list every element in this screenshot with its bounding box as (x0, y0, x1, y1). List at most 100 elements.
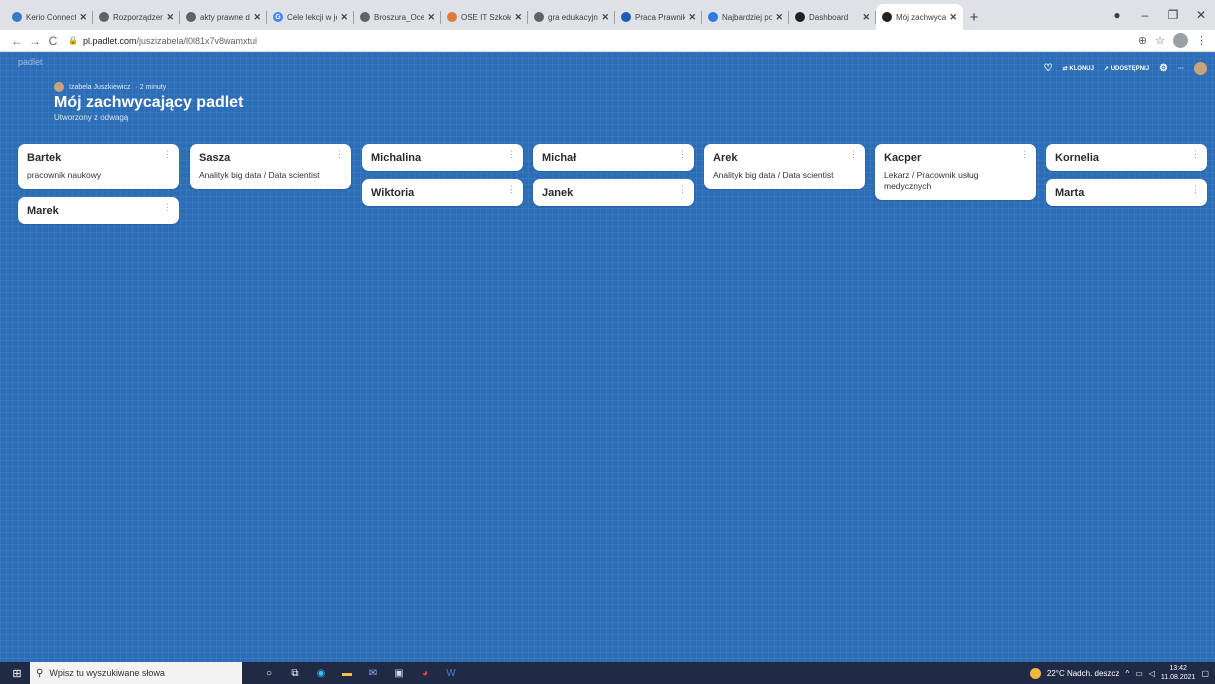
back-button[interactable]: ← (8, 34, 26, 48)
tab-close-icon[interactable]: ✕ (601, 12, 609, 23)
new-tab-button[interactable]: + (963, 4, 985, 30)
word-icon[interactable]: W (440, 662, 462, 684)
search-icon: ⚲ (36, 667, 44, 679)
tab-title: Rozporządzenie (113, 12, 164, 22)
padlet-logo[interactable]: padlet (18, 57, 43, 67)
edge-icon[interactable]: ◉ (310, 662, 332, 684)
chrome-icon[interactable]: ◕ (414, 662, 436, 684)
tab-favicon-icon (621, 12, 631, 22)
browser-tab[interactable]: G Cele lekcji w jez✕ (267, 4, 354, 30)
tab-favicon-icon (360, 12, 370, 22)
padlet-actions: ♡ ⇄ KLONUJ ➚ UDOSTĘPNIJ ⚙ ··· (1044, 62, 1207, 75)
browser-tab[interactable]: OSE IT Szkoła ✕ (441, 4, 528, 30)
more-button[interactable]: ··· (1178, 66, 1184, 72)
post-card[interactable]: Michał ⋮ (533, 144, 694, 171)
minimize-button[interactable]: – (1131, 8, 1159, 22)
browser-tab[interactable]: Rozporządzenie✕ (93, 4, 180, 30)
tab-close-icon[interactable]: ✕ (514, 12, 522, 23)
padlet-canvas: padlet Izabela Juszkiewicz · 2 minuty Mó… (0, 52, 1215, 684)
weather-icon[interactable] (1029, 667, 1041, 679)
browser-tab[interactable]: Praca Prawnik ✕ (615, 4, 702, 30)
browser-tab[interactable]: Dashboard ✕ (789, 4, 876, 30)
post-menu-icon[interactable]: ⋮ (163, 149, 172, 160)
tab-close-icon[interactable]: ✕ (949, 12, 957, 23)
tab-close-icon[interactable]: ✕ (166, 12, 174, 23)
toolbar-right: ⊕ ☆ ⋮ (1138, 33, 1207, 48)
profile-avatar[interactable] (1173, 33, 1188, 48)
post-menu-icon[interactable]: ⋮ (678, 184, 687, 195)
tab-title: OSE IT Szkoła (461, 12, 512, 22)
post-card[interactable]: Bartek pracownik naukowy ⋮ (18, 144, 179, 189)
store-icon[interactable]: ▣ (388, 662, 410, 684)
page-subtitle: Utworzony z odwagą (54, 113, 129, 122)
reload-button[interactable]: C (44, 34, 62, 48)
page-title: Mój zachwycający padlet (54, 94, 244, 111)
record-icon[interactable]: ● (1103, 8, 1131, 22)
windows-start-icon[interactable]: ⊞ (6, 662, 28, 684)
window-controls: ● – ❐ ✕ (1103, 0, 1215, 30)
restore-button[interactable]: ❐ (1159, 8, 1187, 22)
tab-close-icon[interactable]: ✕ (79, 12, 87, 23)
close-button[interactable]: ✕ (1187, 8, 1215, 22)
tray-overflow-icon[interactable]: ^ (1125, 669, 1129, 678)
share-button[interactable]: ➚ UDOSTĘPNIJ (1104, 65, 1149, 72)
install-app-icon[interactable]: ⊕ (1138, 34, 1147, 47)
post-menu-icon[interactable]: ⋮ (163, 202, 172, 213)
post-menu-icon[interactable]: ⋮ (849, 149, 858, 160)
post-menu-icon[interactable]: ⋮ (1020, 149, 1029, 160)
tab-close-icon[interactable]: ✕ (340, 12, 348, 23)
post-menu-icon[interactable]: ⋮ (678, 149, 687, 160)
post-menu-icon[interactable]: ⋮ (1191, 149, 1200, 160)
post-menu-icon[interactable]: ⋮ (507, 149, 516, 160)
browser-tab[interactable]: Broszura_Ocen ✕ (354, 4, 441, 30)
task-view-icon[interactable]: ⧉ (284, 662, 306, 684)
settings-gear-icon[interactable]: ⚙ (1159, 63, 1168, 74)
post-card[interactable]: Arek Analityk big data / Data scientist ⋮ (704, 144, 865, 189)
tab-close-icon[interactable]: ✕ (427, 12, 435, 23)
tab-close-icon[interactable]: ✕ (775, 12, 783, 23)
menu-dots-icon[interactable]: ⋮ (1196, 34, 1207, 47)
heart-icon[interactable]: ♡ (1044, 63, 1053, 74)
author-avatar (54, 82, 64, 92)
post-menu-icon[interactable]: ⋮ (507, 184, 516, 195)
weather-text[interactable]: 22°C Nadch. deszcz (1047, 669, 1120, 678)
post-card[interactable]: Wiktoria ⋮ (362, 179, 523, 206)
browser-tab[interactable]: gra edukacyjna ✕ (528, 4, 615, 30)
lock-icon: 🔒 (68, 36, 78, 45)
post-card[interactable]: Marek ⋮ (18, 197, 179, 224)
post-card[interactable]: Sasza Analityk big data / Data scientist ⋮ (190, 144, 351, 189)
browser-tab[interactable]: Kerio Connect C✕ (6, 4, 93, 30)
card-column: Bartek pracownik naukowy ⋮ Marek ⋮ (18, 144, 179, 232)
tab-list: Kerio Connect C✕Rozporządzenie✕akty praw… (6, 4, 963, 30)
tab-favicon-icon (186, 12, 196, 22)
card-column: Arek Analityk big data / Data scientist ⋮ (704, 144, 865, 197)
volume-icon[interactable]: ◁ (1149, 669, 1155, 678)
network-icon[interactable]: ▭ (1135, 669, 1143, 678)
post-menu-icon[interactable]: ⋮ (1191, 184, 1200, 195)
post-menu-icon[interactable]: ⋮ (335, 149, 344, 160)
file-explorer-icon[interactable]: ▬ (336, 662, 358, 684)
post-card[interactable]: Marta ⋮ (1046, 179, 1207, 206)
address-bar[interactable]: 🔒 pl.padlet.com/juszizabela/l0l81x7v8wam… (68, 32, 1138, 50)
notifications-icon[interactable]: ▢ (1201, 669, 1209, 678)
forward-button[interactable]: → (26, 34, 44, 48)
browser-tab[interactable]: akty prawne do ✕ (180, 4, 267, 30)
tab-close-icon[interactable]: ✕ (253, 12, 261, 23)
bookmark-star-icon[interactable]: ☆ (1155, 34, 1165, 47)
user-avatar[interactable] (1194, 62, 1207, 75)
post-card[interactable]: Kacper Lekarz / Pracownik usług medycznyc… (875, 144, 1036, 200)
taskbar-search-box[interactable]: ⚲ Wpisz tu wyszukiwane słowa (30, 662, 242, 684)
tab-close-icon[interactable]: ✕ (688, 12, 696, 23)
clock[interactable]: 13:42 11.08.2021 (1161, 664, 1196, 682)
clone-button[interactable]: ⇄ KLONUJ (1063, 65, 1094, 72)
browser-tab[interactable]: Najbardziej poś ✕ (702, 4, 789, 30)
post-card[interactable]: Kornelia ⋮ (1046, 144, 1207, 171)
card-column: Kornelia ⋮ Marta ⋮ (1046, 144, 1207, 214)
post-title: Marek (27, 205, 59, 217)
post-card[interactable]: Janek ⋮ (533, 179, 694, 206)
mail-icon[interactable]: ✉ (362, 662, 384, 684)
browser-tab[interactable]: Mój zachwycają✕ (876, 4, 963, 30)
post-card[interactable]: Michalina ⋮ (362, 144, 523, 171)
cortana-icon[interactable]: ○ (258, 662, 280, 684)
tab-close-icon[interactable]: ✕ (862, 12, 870, 23)
